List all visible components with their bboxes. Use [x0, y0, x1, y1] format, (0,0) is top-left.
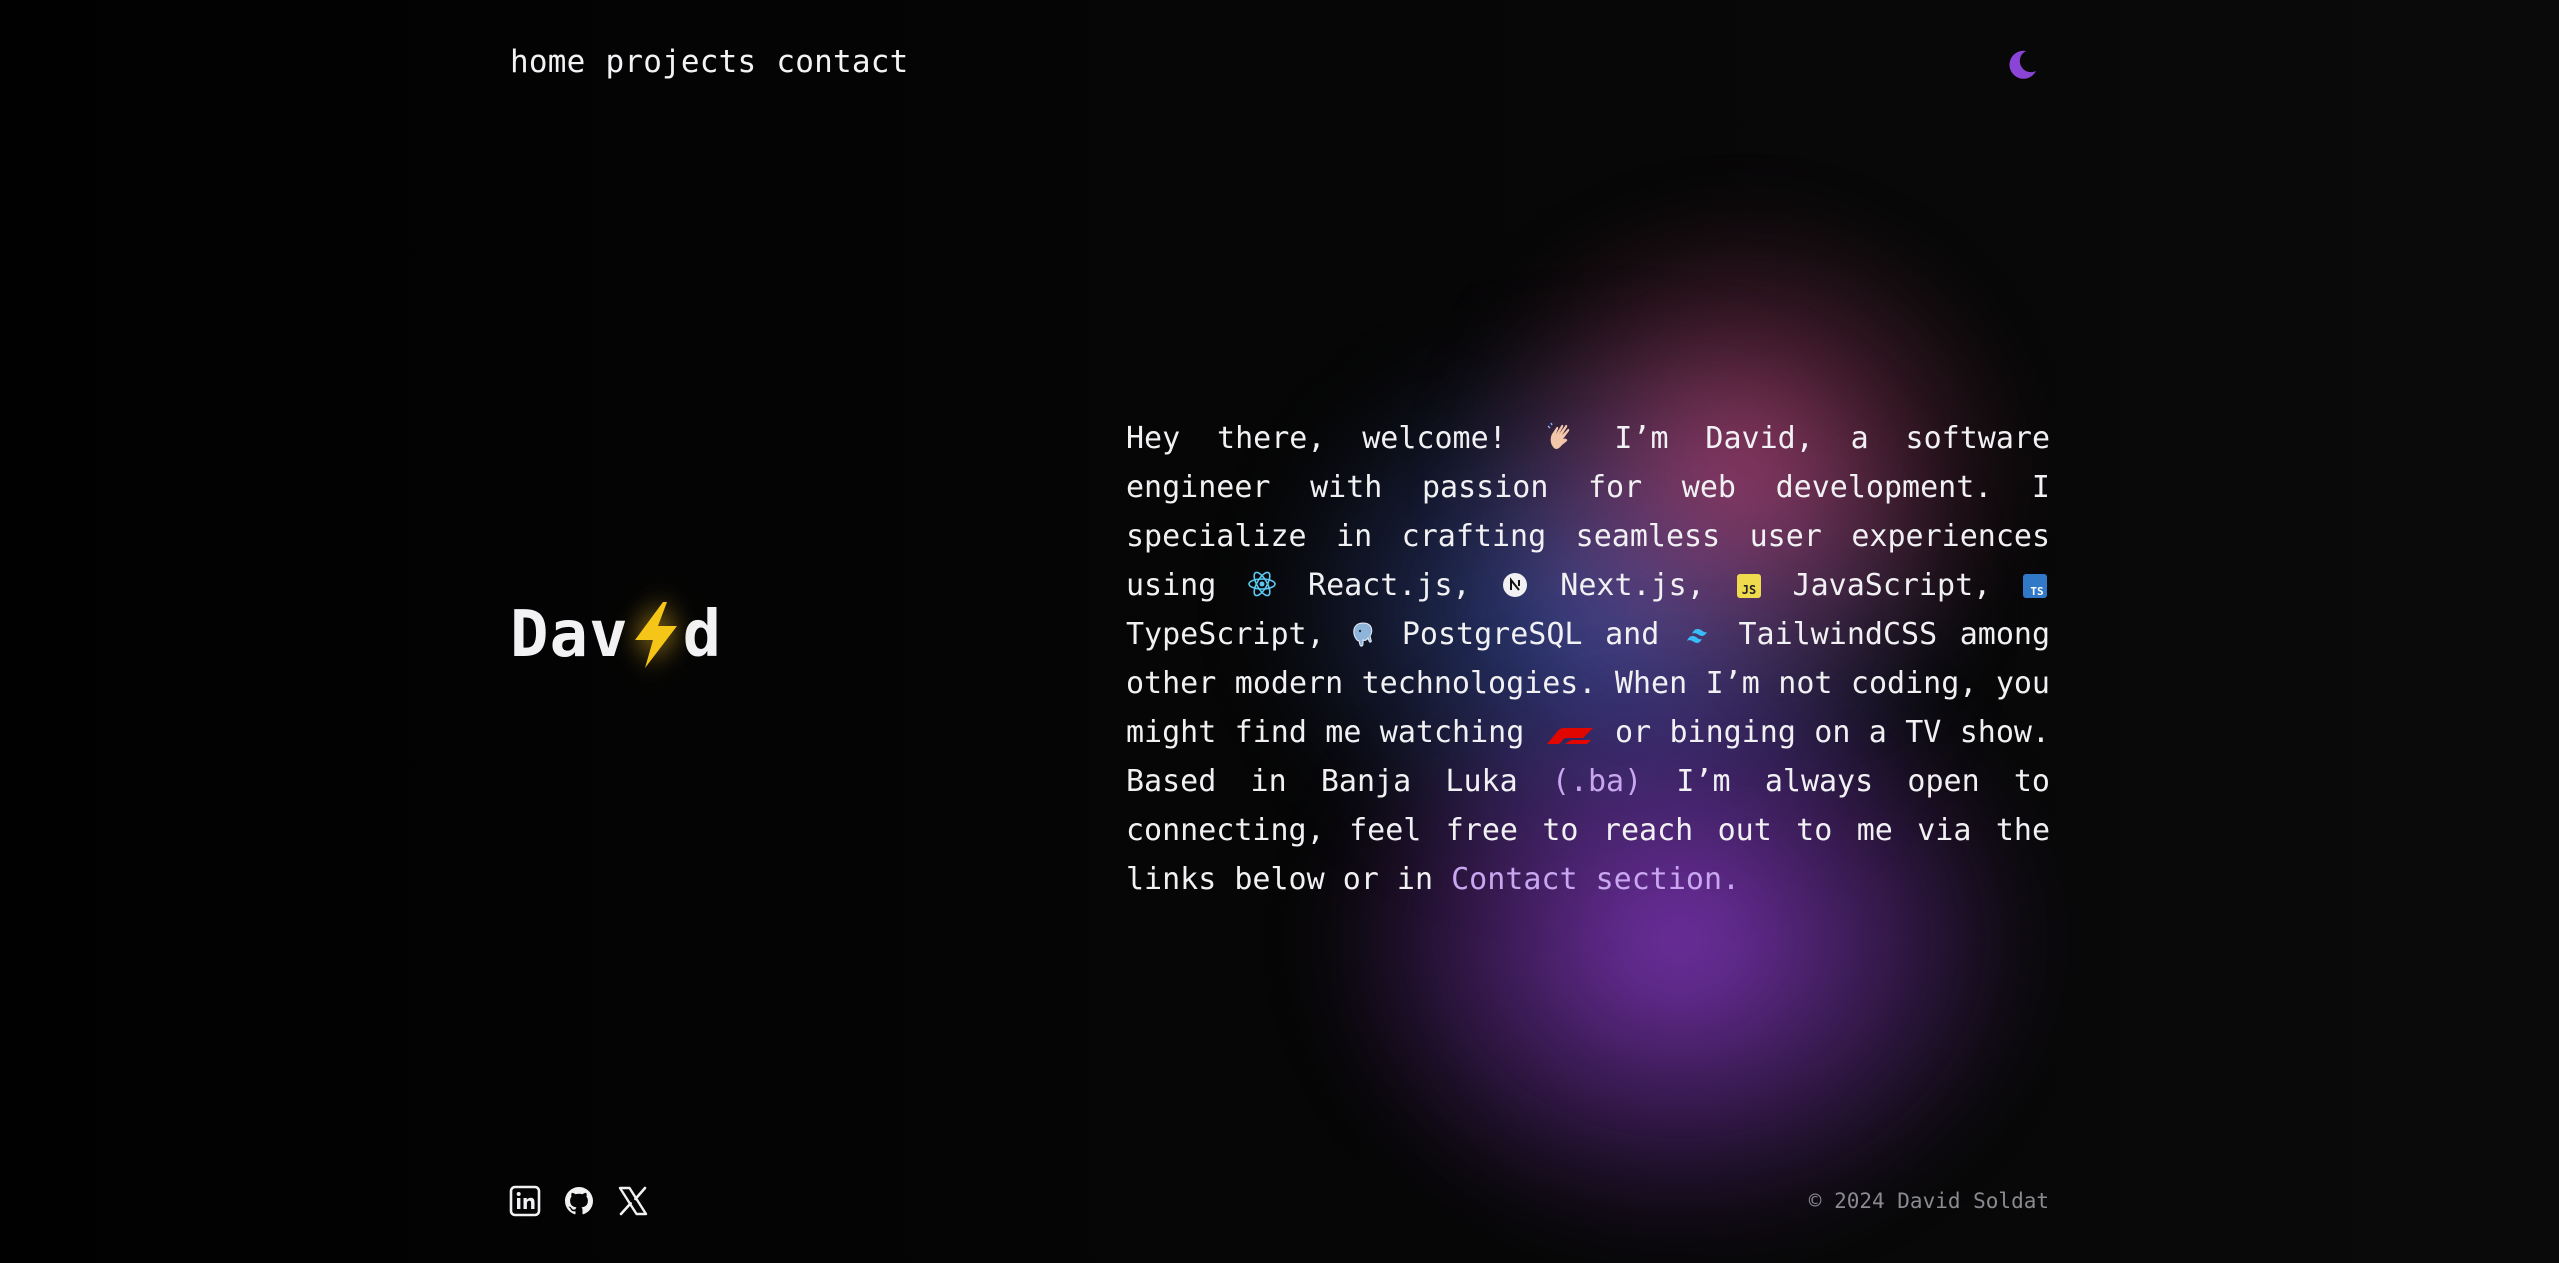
bio-js-label: JavaScript — [1792, 568, 1974, 603]
javascript-icon: JS — [1736, 574, 1761, 598]
waving-hand-icon — [1547, 422, 1569, 449]
svg-text:TS: TS — [2030, 585, 2043, 598]
tailwindcss-icon — [1686, 629, 1707, 643]
logo-text-end: d — [682, 598, 723, 672]
linkedin-icon — [509, 1185, 541, 1217]
top-navigation: home projects contact — [510, 44, 908, 80]
social-links — [509, 1185, 649, 1217]
copyright-text: © 2024 David Soldat — [1808, 1189, 2049, 1213]
x-twitter-link[interactable] — [617, 1185, 649, 1217]
moon-icon — [2009, 50, 2036, 79]
page: home projects contact Dav d Hey there, w… — [0, 0, 2559, 1263]
x-icon — [618, 1186, 648, 1216]
lightning-bolt-icon — [634, 602, 677, 668]
theme-toggle-button[interactable] — [2004, 47, 2040, 83]
nav-home[interactable]: home — [510, 44, 585, 80]
nextjs-icon — [1503, 573, 1528, 597]
postgresql-icon — [1353, 622, 1373, 647]
bio-paragraph: Hey there, welcome! I’m David, a softwar… — [1126, 421, 2051, 897]
typescript-icon: TS — [2023, 574, 2048, 598]
site-logo[interactable]: Dav d — [510, 598, 722, 672]
bio-tailwind-label: TailwindCSS — [1738, 617, 1938, 652]
github-link[interactable] — [563, 1185, 595, 1217]
bio-text: Hey there, welcome! — [1126, 421, 1544, 456]
ba-domain-link[interactable]: (.ba) — [1552, 764, 1642, 799]
nav-contact[interactable]: contact — [776, 44, 908, 80]
bio-ts-label: TypeScript — [1126, 617, 1307, 652]
bio-text: and — [1582, 617, 1682, 652]
linkedin-link[interactable] — [509, 1185, 541, 1217]
contact-section-link[interactable]: Contact section. — [1451, 862, 1740, 897]
bio-react-label: React.js — [1308, 568, 1453, 603]
bio-next-label: Next.js — [1560, 568, 1687, 603]
react-icon — [1248, 571, 1276, 597]
bio-postgresql-label: PostgreSQL — [1401, 617, 1583, 652]
formula1-icon — [1546, 728, 1593, 744]
logo-text-start: Dav — [510, 598, 629, 672]
svg-text:JS: JS — [1741, 583, 1755, 597]
nav-projects[interactable]: projects — [605, 44, 756, 80]
github-icon — [565, 1187, 593, 1215]
